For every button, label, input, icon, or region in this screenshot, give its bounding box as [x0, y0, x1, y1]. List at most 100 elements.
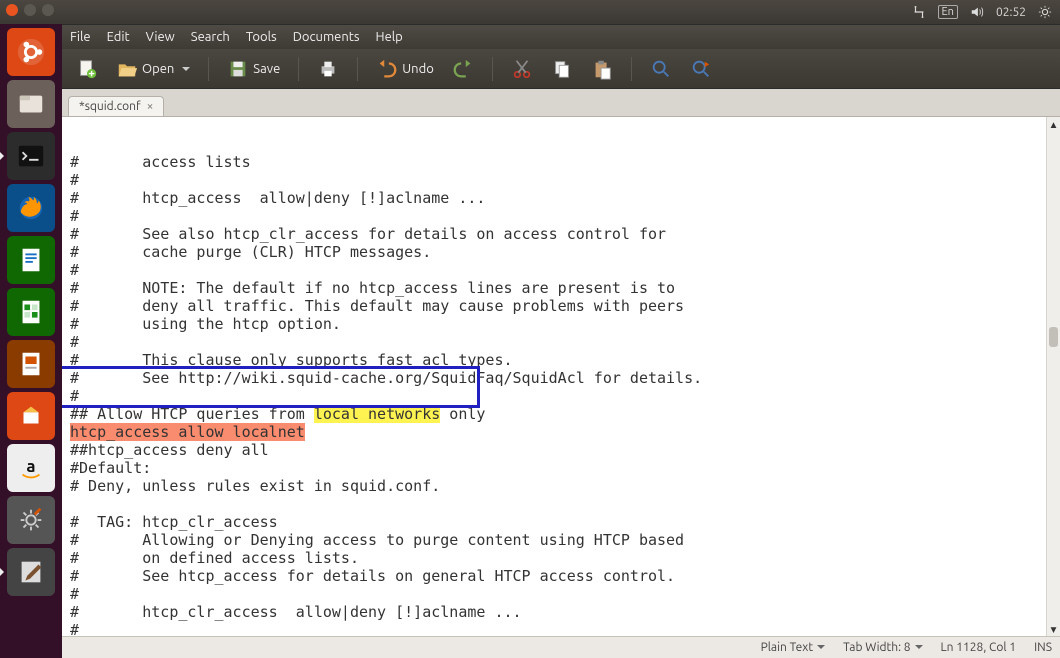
tab-title: *squid.conf	[79, 100, 141, 113]
status-tab-width[interactable]: Tab Width: 8	[843, 641, 922, 654]
editor-line: # TAG: htcp_clr_access	[70, 513, 1052, 531]
clock-time: 02:52	[996, 6, 1026, 19]
clock[interactable]: 02:52	[996, 6, 1026, 19]
editor-line	[70, 495, 1052, 513]
menu-documents[interactable]: Documents	[293, 30, 360, 44]
launcher-gedit[interactable]	[7, 548, 55, 596]
menu-view[interactable]: View	[146, 30, 175, 44]
editor-line: #	[70, 585, 1052, 603]
ubuntu-icon	[16, 37, 46, 67]
launcher-writer[interactable]	[7, 236, 55, 284]
copy-button[interactable]	[545, 55, 579, 83]
launcher-amazon[interactable]: a	[7, 444, 55, 492]
menu-edit[interactable]: Edit	[107, 30, 130, 44]
chevron-down-icon	[182, 67, 190, 75]
calc-icon	[16, 297, 46, 327]
replace-button[interactable]	[684, 55, 718, 83]
terminal-icon	[16, 141, 46, 171]
paste-icon	[591, 58, 613, 80]
print-button[interactable]	[311, 55, 345, 83]
new-button[interactable]	[70, 55, 104, 83]
files-icon	[16, 89, 46, 119]
svg-text:a: a	[26, 457, 35, 476]
menu-search[interactable]: Search	[191, 30, 230, 44]
gear-icon	[1038, 5, 1052, 19]
gedit-icon	[16, 557, 46, 587]
editor-line: ##htcp_access deny all	[70, 441, 1052, 459]
window-minimize-btn[interactable]	[24, 4, 36, 16]
toolbar: Open Save Undo	[62, 49, 1060, 89]
launcher-calc[interactable]	[7, 288, 55, 336]
undo-label: Undo	[402, 62, 434, 76]
tab-squid-conf[interactable]: *squid.conf ×	[68, 96, 164, 116]
settings-icon	[16, 505, 46, 535]
print-icon	[317, 58, 339, 80]
undo-icon	[376, 58, 398, 80]
vertical-scrollbar[interactable]: ▴ ▾	[1046, 117, 1060, 636]
tab-strip: *squid.conf ×	[62, 89, 1060, 117]
launcher-files[interactable]	[7, 80, 55, 128]
editor-line: # See htcp_access for details on general…	[70, 567, 1052, 585]
amazon-icon: a	[16, 453, 46, 483]
scroll-thumb[interactable]	[1049, 327, 1058, 347]
editor-line: # cache purge (CLR) HTCP messages.	[70, 243, 1052, 261]
session-indicator[interactable]	[1038, 5, 1052, 19]
editor-line: # on defined access lists.	[70, 549, 1052, 567]
keyboard-lang: En	[938, 5, 958, 19]
launcher-firefox[interactable]	[7, 184, 55, 232]
scroll-down-icon[interactable]: ▾	[1047, 622, 1060, 636]
editor-line: # Deny, unless rules exist in squid.conf…	[70, 477, 1052, 495]
editor-line: # htcp_clr_access allow|deny [!]aclname …	[70, 603, 1052, 621]
launcher-dash[interactable]	[7, 28, 55, 76]
save-label: Save	[253, 62, 280, 76]
tab-close-icon[interactable]: ×	[147, 100, 154, 113]
sound-indicator[interactable]	[970, 5, 984, 19]
gedit-window: File Edit View Search Tools Documents He…	[62, 24, 1060, 658]
chevron-down-icon	[817, 645, 825, 653]
editor-line: #	[70, 261, 1052, 279]
menu-help[interactable]: Help	[376, 30, 403, 44]
save-button[interactable]: Save	[221, 55, 286, 83]
editor-line: # NOTE: The default if no htcp_access li…	[70, 279, 1052, 297]
status-language[interactable]: Plain Text	[761, 641, 826, 654]
editor-line: # deny all traffic. This default may cau…	[70, 297, 1052, 315]
search-icon	[650, 58, 672, 80]
window-maximize-btn[interactable]	[42, 4, 54, 16]
editor-line: # Allowing or Denying access to purge co…	[70, 531, 1052, 549]
editor-line: #	[70, 171, 1052, 189]
redo-button[interactable]	[446, 55, 480, 83]
chevron-down-icon	[915, 645, 923, 653]
launcher-software[interactable]	[7, 392, 55, 440]
launcher-terminal[interactable]	[7, 132, 55, 180]
save-icon	[227, 58, 249, 80]
launcher-settings[interactable]	[7, 496, 55, 544]
scroll-up-icon[interactable]: ▴	[1047, 117, 1060, 131]
launcher-impress[interactable]	[7, 340, 55, 388]
editor-line: # access lists	[70, 153, 1052, 171]
redo-icon	[452, 58, 474, 80]
editor-line: # htcp_access allow|deny [!]aclname ...	[70, 189, 1052, 207]
impress-icon	[16, 349, 46, 379]
editor-line: # See also htcp_clr_access for details o…	[70, 225, 1052, 243]
status-position: Ln 1128, Col 1	[941, 641, 1017, 654]
new-file-icon	[76, 58, 98, 80]
editor[interactable]: # access lists## htcp_access allow|deny …	[62, 117, 1060, 636]
network-icon	[912, 5, 926, 19]
sound-icon	[970, 5, 984, 19]
software-icon	[16, 401, 46, 431]
cut-button[interactable]	[505, 55, 539, 83]
editor-line: #	[70, 333, 1052, 351]
window-controls	[6, 4, 54, 16]
editor-line: #	[70, 621, 1052, 636]
network-indicator[interactable]	[912, 5, 926, 19]
undo-button[interactable]: Undo	[370, 55, 440, 83]
find-button[interactable]	[644, 55, 678, 83]
open-label: Open	[142, 62, 174, 76]
menu-file[interactable]: File	[70, 30, 91, 44]
keyboard-indicator[interactable]: En	[938, 5, 958, 19]
paste-button[interactable]	[585, 55, 619, 83]
open-button[interactable]: Open	[110, 55, 196, 83]
status-insert-mode[interactable]: INS	[1034, 641, 1052, 654]
window-close-btn[interactable]	[6, 4, 18, 16]
menu-tools[interactable]: Tools	[246, 30, 277, 44]
